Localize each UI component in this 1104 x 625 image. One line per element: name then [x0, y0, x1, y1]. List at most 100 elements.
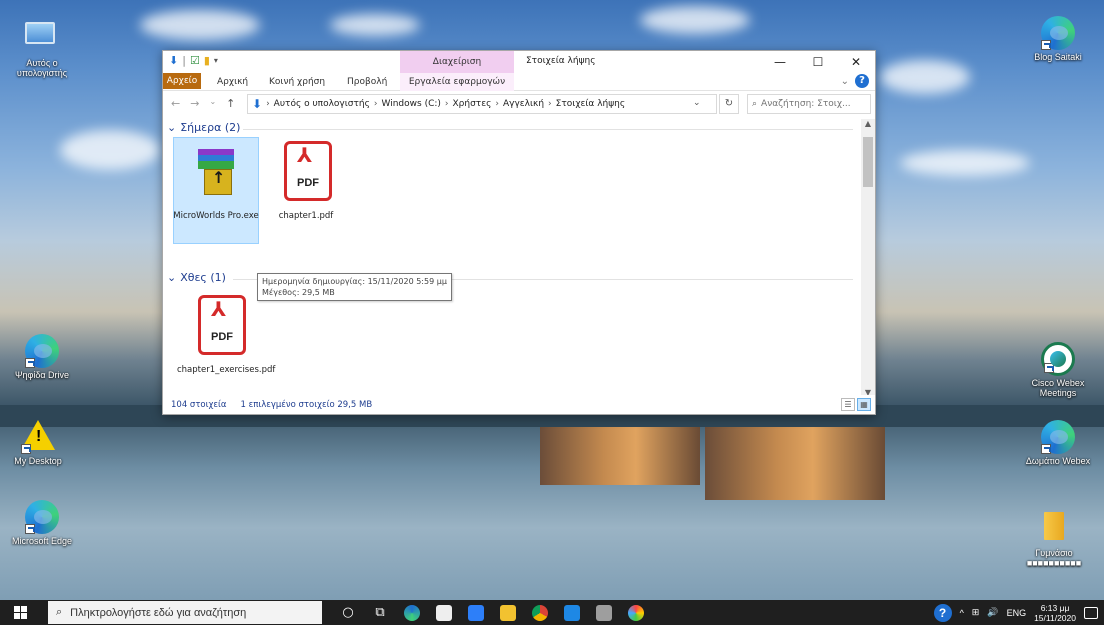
desktop-icon-drive[interactable]: Ψηφίδα Drive — [4, 334, 80, 380]
tab-application-tools[interactable]: Εργαλεία εφαρμογών — [400, 73, 514, 91]
details-view-icon[interactable]: ☰ — [841, 398, 855, 411]
download-arrow-icon[interactable]: ⬇ — [169, 55, 178, 67]
mail-icon[interactable] — [556, 600, 588, 625]
tooltip-created: Ημερομηνία δημιουργίας: 15/11/2020 5:59 … — [262, 277, 447, 286]
minimize-button[interactable]: — — [761, 51, 799, 73]
up-arrow-icon[interactable]: ↑ — [226, 97, 235, 110]
volume-icon[interactable]: 🔊 — [987, 607, 998, 618]
chevron-right-icon: › — [373, 99, 378, 109]
close-button[interactable]: ✕ — [837, 51, 875, 73]
notification-icon[interactable] — [1084, 606, 1098, 619]
group-header-yesterday[interactable]: ⌄ Χθες (1) — [167, 271, 226, 284]
calculator-icon[interactable] — [588, 600, 620, 625]
breadcrumb-users[interactable]: Χρήστες — [453, 99, 492, 109]
cortana-icon[interactable]: ○ — [332, 600, 364, 625]
window-controls: — ☐ ✕ — [761, 51, 875, 73]
recent-dropdown-icon[interactable]: ⌄ — [209, 97, 216, 110]
pdf-icon: ⅄ PDF — [276, 141, 336, 205]
maximize-button[interactable]: ☐ — [799, 51, 837, 73]
breadcrumb-angeliki[interactable]: Αγγελική — [503, 99, 544, 109]
webex-icon — [1041, 342, 1075, 376]
address-bar[interactable]: ⬇ › Αυτός ο υπολογιστής › Windows (C:) ›… — [247, 94, 717, 114]
desktop-icon-my-desktop[interactable]: ! My Desktop — [0, 420, 76, 466]
clock[interactable]: 6:13 μμ 15/11/2020 — [1034, 603, 1076, 623]
edge-icon — [25, 500, 59, 534]
dropbox-icon[interactable] — [460, 600, 492, 625]
item-count: 104 στοιχεία — [171, 399, 227, 410]
properties-icon[interactable]: ☑ — [190, 55, 200, 67]
computer-icon — [25, 22, 59, 56]
search-box[interactable]: ⌕ — [747, 94, 871, 114]
file-chapter1-exercises-pdf[interactable]: ⅄ PDF chapter1_exercises.pdf — [177, 291, 276, 375]
help-icon[interactable]: ? — [933, 603, 952, 622]
desktop-icon-gymnasio[interactable]: Γυμνάσιο ■■■■■■■■■■ — [1012, 512, 1096, 568]
selection-info: 1 επιλεγμένο στοιχείο 29,5 MB — [240, 399, 373, 410]
group-header-today[interactable]: ⌄ Σήμερα (2) — [167, 121, 240, 134]
search-icon: ⌕ — [752, 99, 758, 109]
tab-view[interactable]: Προβολή — [347, 75, 387, 89]
chevron-up-icon[interactable]: ^ — [960, 608, 964, 618]
refresh-button[interactable]: ↻ — [719, 94, 739, 114]
taskbar-search-placeholder: Πληκτρολογήστε εδώ για αναζήτηση — [70, 606, 247, 619]
scroll-thumb[interactable] — [863, 137, 873, 187]
help-icon[interactable]: ? — [855, 74, 869, 88]
status-bar: 104 στοιχεία 1 επιλεγμένο στοιχείο 29,5 … — [163, 395, 875, 414]
tab-share[interactable]: Κοινή χρήση — [269, 75, 325, 89]
group-divider — [243, 129, 853, 130]
forward-arrow-icon[interactable]: → — [190, 97, 199, 110]
desktop-icon-webex-meetings[interactable]: Cisco Webex Meetings — [1020, 342, 1096, 398]
scroll-up-icon[interactable]: ▲ — [861, 119, 875, 128]
title-bar: ⬇ | ☑ ▮ ▾ Διαχείριση Στοιχεία λήψης — ☐ … — [163, 51, 875, 73]
downloads-icon: ⬇ — [252, 97, 263, 111]
vertical-scrollbar[interactable]: ▲ ▼ — [861, 119, 875, 397]
breadcrumb-windows-c[interactable]: Windows (C:) — [382, 99, 441, 109]
group-title: Σήμερα (2) — [180, 121, 241, 134]
new-folder-icon[interactable]: ▮ — [204, 55, 210, 67]
taskbar-search[interactable]: ⌕ Πληκτρολογήστε εδώ για αναζήτηση — [48, 601, 322, 624]
chrome-icon[interactable] — [524, 600, 556, 625]
network-icon[interactable]: ⊞ — [972, 607, 980, 618]
clock-time: 6:13 μμ — [1040, 602, 1070, 613]
search-input[interactable] — [761, 99, 858, 109]
winrar-icon: ↑ — [186, 141, 246, 205]
breadcrumb-downloads[interactable]: Στοιχεία λήψης — [556, 99, 626, 109]
refresh-icon: ↻ — [724, 98, 734, 109]
language-indicator[interactable]: ENG — [1007, 608, 1027, 618]
file-chapter1-pdf[interactable]: ⅄ PDF chapter1.pdf — [263, 137, 349, 221]
warning-icon: ! — [21, 420, 55, 454]
expand-ribbon-icon[interactable]: ⌄ — [841, 76, 849, 87]
chevron-right-icon: › — [548, 99, 552, 109]
edge-icon — [25, 334, 59, 368]
desktop-icon-microsoft-edge[interactable]: Microsoft Edge — [4, 500, 80, 546]
address-dropdown-icon[interactable]: ⌄ — [693, 98, 701, 108]
view-buttons: ☰ ▦ — [841, 398, 871, 411]
window-title: Στοιχεία λήψης — [526, 56, 596, 66]
desktop-icon-webex-room[interactable]: Δωμάτιο Webex — [1020, 420, 1096, 466]
taskbar-apps: ○ ⧉ — [332, 600, 652, 625]
chevron-right-icon: › — [444, 99, 449, 109]
task-view-icon[interactable]: ⧉ — [364, 600, 396, 625]
pdf-label: PDF — [297, 177, 319, 189]
file-explorer-taskbar-icon[interactable] — [492, 600, 524, 625]
chevron-right-icon: › — [266, 99, 270, 109]
desktop-icon-blog-saitaki[interactable]: Blog Saitaki — [1020, 16, 1096, 62]
tab-file[interactable]: Αρχείο — [163, 73, 201, 89]
file-name: MicroWorlds Pro.exe — [173, 211, 259, 221]
back-arrow-icon[interactable]: ← — [171, 97, 180, 110]
tab-home[interactable]: Αρχική — [217, 75, 248, 89]
file-microworlds-pro[interactable]: ↑ MicroWorlds Pro.exe — [173, 137, 259, 244]
large-icons-view-icon[interactable]: ▦ — [857, 398, 871, 411]
desktop-icon-label: Δωμάτιο Webex — [1025, 456, 1091, 466]
file-name: chapter1_exercises.pdf — [177, 365, 276, 375]
ribbon-tabs: Αρχείο Αρχική Κοινή χρήση Προβολή Εργαλε… — [163, 73, 875, 91]
edge-taskbar-icon[interactable] — [396, 600, 428, 625]
customize-dropdown-icon[interactable]: ▾ — [214, 55, 218, 67]
breadcrumb-this-pc[interactable]: Αυτός ο υπολογιστής — [274, 99, 370, 109]
desktop-icon-this-pc[interactable]: Αυτός ο υπολογιστής — [4, 16, 80, 78]
photos-icon[interactable] — [620, 600, 652, 625]
desktop-icon-label: Αυτός ο υπολογιστής — [16, 58, 68, 78]
store-icon[interactable] — [428, 600, 460, 625]
file-explorer-window: ⬇ | ☑ ▮ ▾ Διαχείριση Στοιχεία λήψης — ☐ … — [162, 50, 876, 415]
start-button[interactable] — [14, 606, 28, 619]
group-title: Χθες (1) — [180, 271, 226, 284]
